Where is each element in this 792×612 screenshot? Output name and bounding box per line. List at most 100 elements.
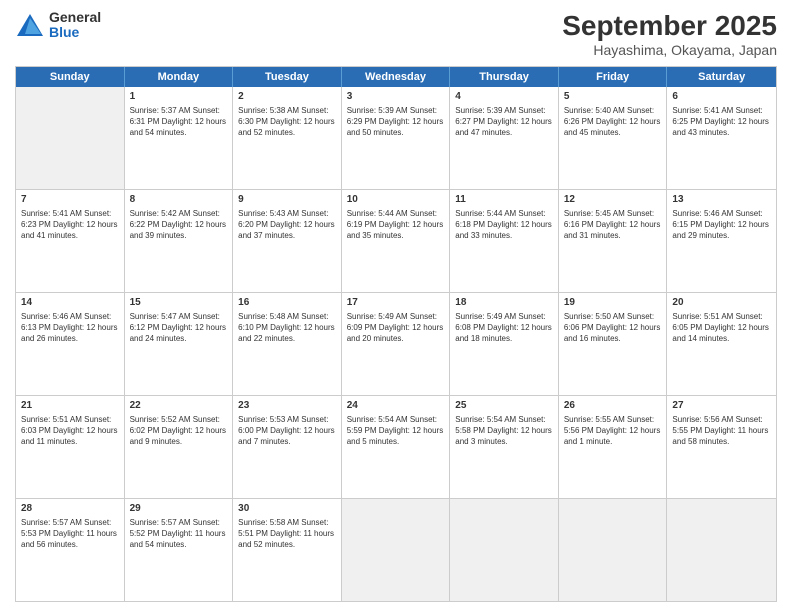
cal-cell: 11Sunrise: 5:44 AM Sunset: 6:18 PM Dayli… <box>450 190 559 292</box>
header-day-tuesday: Tuesday <box>233 67 342 87</box>
cal-cell: 20Sunrise: 5:51 AM Sunset: 6:05 PM Dayli… <box>667 293 776 395</box>
header-day-thursday: Thursday <box>450 67 559 87</box>
cal-cell <box>450 499 559 601</box>
header-day-monday: Monday <box>125 67 234 87</box>
day-number: 6 <box>672 90 771 104</box>
cell-detail: Sunrise: 5:37 AM Sunset: 6:31 PM Dayligh… <box>130 105 228 139</box>
cell-detail: Sunrise: 5:54 AM Sunset: 5:59 PM Dayligh… <box>347 414 445 448</box>
cal-cell: 16Sunrise: 5:48 AM Sunset: 6:10 PM Dayli… <box>233 293 342 395</box>
day-number: 22 <box>130 399 228 413</box>
cal-row-4: 28Sunrise: 5:57 AM Sunset: 5:53 PM Dayli… <box>16 499 776 601</box>
title-month: September 2025 <box>562 10 777 42</box>
day-number: 28 <box>21 502 119 516</box>
cal-cell: 19Sunrise: 5:50 AM Sunset: 6:06 PM Dayli… <box>559 293 668 395</box>
cal-cell <box>667 499 776 601</box>
cal-cell: 15Sunrise: 5:47 AM Sunset: 6:12 PM Dayli… <box>125 293 234 395</box>
logo: General Blue <box>15 10 101 41</box>
day-number: 17 <box>347 296 445 310</box>
cal-cell: 17Sunrise: 5:49 AM Sunset: 6:09 PM Dayli… <box>342 293 451 395</box>
day-number: 8 <box>130 193 228 207</box>
cal-cell: 23Sunrise: 5:53 AM Sunset: 6:00 PM Dayli… <box>233 396 342 498</box>
cell-detail: Sunrise: 5:41 AM Sunset: 6:23 PM Dayligh… <box>21 208 119 242</box>
day-number: 12 <box>564 193 662 207</box>
header-day-sunday: Sunday <box>16 67 125 87</box>
cal-cell: 26Sunrise: 5:55 AM Sunset: 5:56 PM Dayli… <box>559 396 668 498</box>
day-number: 3 <box>347 90 445 104</box>
cell-detail: Sunrise: 5:39 AM Sunset: 6:29 PM Dayligh… <box>347 105 445 139</box>
day-number: 1 <box>130 90 228 104</box>
cal-cell <box>16 87 125 189</box>
cal-cell: 18Sunrise: 5:49 AM Sunset: 6:08 PM Dayli… <box>450 293 559 395</box>
cal-cell <box>559 499 668 601</box>
cell-detail: Sunrise: 5:49 AM Sunset: 6:09 PM Dayligh… <box>347 311 445 345</box>
cal-cell: 7Sunrise: 5:41 AM Sunset: 6:23 PM Daylig… <box>16 190 125 292</box>
cell-detail: Sunrise: 5:57 AM Sunset: 5:53 PM Dayligh… <box>21 517 119 551</box>
cal-cell: 13Sunrise: 5:46 AM Sunset: 6:15 PM Dayli… <box>667 190 776 292</box>
cell-detail: Sunrise: 5:51 AM Sunset: 6:03 PM Dayligh… <box>21 414 119 448</box>
cell-detail: Sunrise: 5:42 AM Sunset: 6:22 PM Dayligh… <box>130 208 228 242</box>
cell-detail: Sunrise: 5:55 AM Sunset: 5:56 PM Dayligh… <box>564 414 662 448</box>
cell-detail: Sunrise: 5:58 AM Sunset: 5:51 PM Dayligh… <box>238 517 336 551</box>
day-number: 26 <box>564 399 662 413</box>
cell-detail: Sunrise: 5:48 AM Sunset: 6:10 PM Dayligh… <box>238 311 336 345</box>
day-number: 25 <box>455 399 553 413</box>
cal-cell: 14Sunrise: 5:46 AM Sunset: 6:13 PM Dayli… <box>16 293 125 395</box>
cell-detail: Sunrise: 5:39 AM Sunset: 6:27 PM Dayligh… <box>455 105 553 139</box>
cal-cell: 25Sunrise: 5:54 AM Sunset: 5:58 PM Dayli… <box>450 396 559 498</box>
cell-detail: Sunrise: 5:44 AM Sunset: 6:18 PM Dayligh… <box>455 208 553 242</box>
cal-cell: 8Sunrise: 5:42 AM Sunset: 6:22 PM Daylig… <box>125 190 234 292</box>
cal-cell: 3Sunrise: 5:39 AM Sunset: 6:29 PM Daylig… <box>342 87 451 189</box>
cal-row-0: 1Sunrise: 5:37 AM Sunset: 6:31 PM Daylig… <box>16 87 776 190</box>
day-number: 9 <box>238 193 336 207</box>
day-number: 15 <box>130 296 228 310</box>
cal-cell: 9Sunrise: 5:43 AM Sunset: 6:20 PM Daylig… <box>233 190 342 292</box>
cal-row-1: 7Sunrise: 5:41 AM Sunset: 6:23 PM Daylig… <box>16 190 776 293</box>
calendar-body: 1Sunrise: 5:37 AM Sunset: 6:31 PM Daylig… <box>16 87 776 601</box>
day-number: 18 <box>455 296 553 310</box>
cell-detail: Sunrise: 5:57 AM Sunset: 5:52 PM Dayligh… <box>130 517 228 551</box>
cal-cell: 30Sunrise: 5:58 AM Sunset: 5:51 PM Dayli… <box>233 499 342 601</box>
cal-cell: 29Sunrise: 5:57 AM Sunset: 5:52 PM Dayli… <box>125 499 234 601</box>
cell-detail: Sunrise: 5:53 AM Sunset: 6:00 PM Dayligh… <box>238 414 336 448</box>
cell-detail: Sunrise: 5:52 AM Sunset: 6:02 PM Dayligh… <box>130 414 228 448</box>
day-number: 11 <box>455 193 553 207</box>
cell-detail: Sunrise: 5:51 AM Sunset: 6:05 PM Dayligh… <box>672 311 771 345</box>
cal-cell: 1Sunrise: 5:37 AM Sunset: 6:31 PM Daylig… <box>125 87 234 189</box>
cal-row-2: 14Sunrise: 5:46 AM Sunset: 6:13 PM Dayli… <box>16 293 776 396</box>
cal-cell: 24Sunrise: 5:54 AM Sunset: 5:59 PM Dayli… <box>342 396 451 498</box>
header-day-friday: Friday <box>559 67 668 87</box>
day-number: 16 <box>238 296 336 310</box>
cal-cell: 6Sunrise: 5:41 AM Sunset: 6:25 PM Daylig… <box>667 87 776 189</box>
cell-detail: Sunrise: 5:46 AM Sunset: 6:13 PM Dayligh… <box>21 311 119 345</box>
cal-cell <box>342 499 451 601</box>
calendar: SundayMondayTuesdayWednesdayThursdayFrid… <box>15 66 777 602</box>
logo-general: General <box>49 10 101 25</box>
cal-cell: 5Sunrise: 5:40 AM Sunset: 6:26 PM Daylig… <box>559 87 668 189</box>
day-number: 13 <box>672 193 771 207</box>
day-number: 27 <box>672 399 771 413</box>
day-number: 19 <box>564 296 662 310</box>
day-number: 24 <box>347 399 445 413</box>
header: General Blue September 2025 Hayashima, O… <box>15 10 777 58</box>
title-block: September 2025 Hayashima, Okayama, Japan <box>562 10 777 58</box>
cal-cell: 28Sunrise: 5:57 AM Sunset: 5:53 PM Dayli… <box>16 499 125 601</box>
cal-cell: 2Sunrise: 5:38 AM Sunset: 6:30 PM Daylig… <box>233 87 342 189</box>
day-number: 10 <box>347 193 445 207</box>
cell-detail: Sunrise: 5:43 AM Sunset: 6:20 PM Dayligh… <box>238 208 336 242</box>
cell-detail: Sunrise: 5:47 AM Sunset: 6:12 PM Dayligh… <box>130 311 228 345</box>
day-number: 14 <box>21 296 119 310</box>
logo-text: General Blue <box>49 10 101 41</box>
cal-cell: 4Sunrise: 5:39 AM Sunset: 6:27 PM Daylig… <box>450 87 559 189</box>
cal-cell: 27Sunrise: 5:56 AM Sunset: 5:55 PM Dayli… <box>667 396 776 498</box>
day-number: 20 <box>672 296 771 310</box>
cal-cell: 12Sunrise: 5:45 AM Sunset: 6:16 PM Dayli… <box>559 190 668 292</box>
cell-detail: Sunrise: 5:54 AM Sunset: 5:58 PM Dayligh… <box>455 414 553 448</box>
day-number: 7 <box>21 193 119 207</box>
cal-cell: 10Sunrise: 5:44 AM Sunset: 6:19 PM Dayli… <box>342 190 451 292</box>
day-number: 29 <box>130 502 228 516</box>
cell-detail: Sunrise: 5:46 AM Sunset: 6:15 PM Dayligh… <box>672 208 771 242</box>
header-day-saturday: Saturday <box>667 67 776 87</box>
calendar-header: SundayMondayTuesdayWednesdayThursdayFrid… <box>16 67 776 87</box>
day-number: 30 <box>238 502 336 516</box>
cell-detail: Sunrise: 5:40 AM Sunset: 6:26 PM Dayligh… <box>564 105 662 139</box>
